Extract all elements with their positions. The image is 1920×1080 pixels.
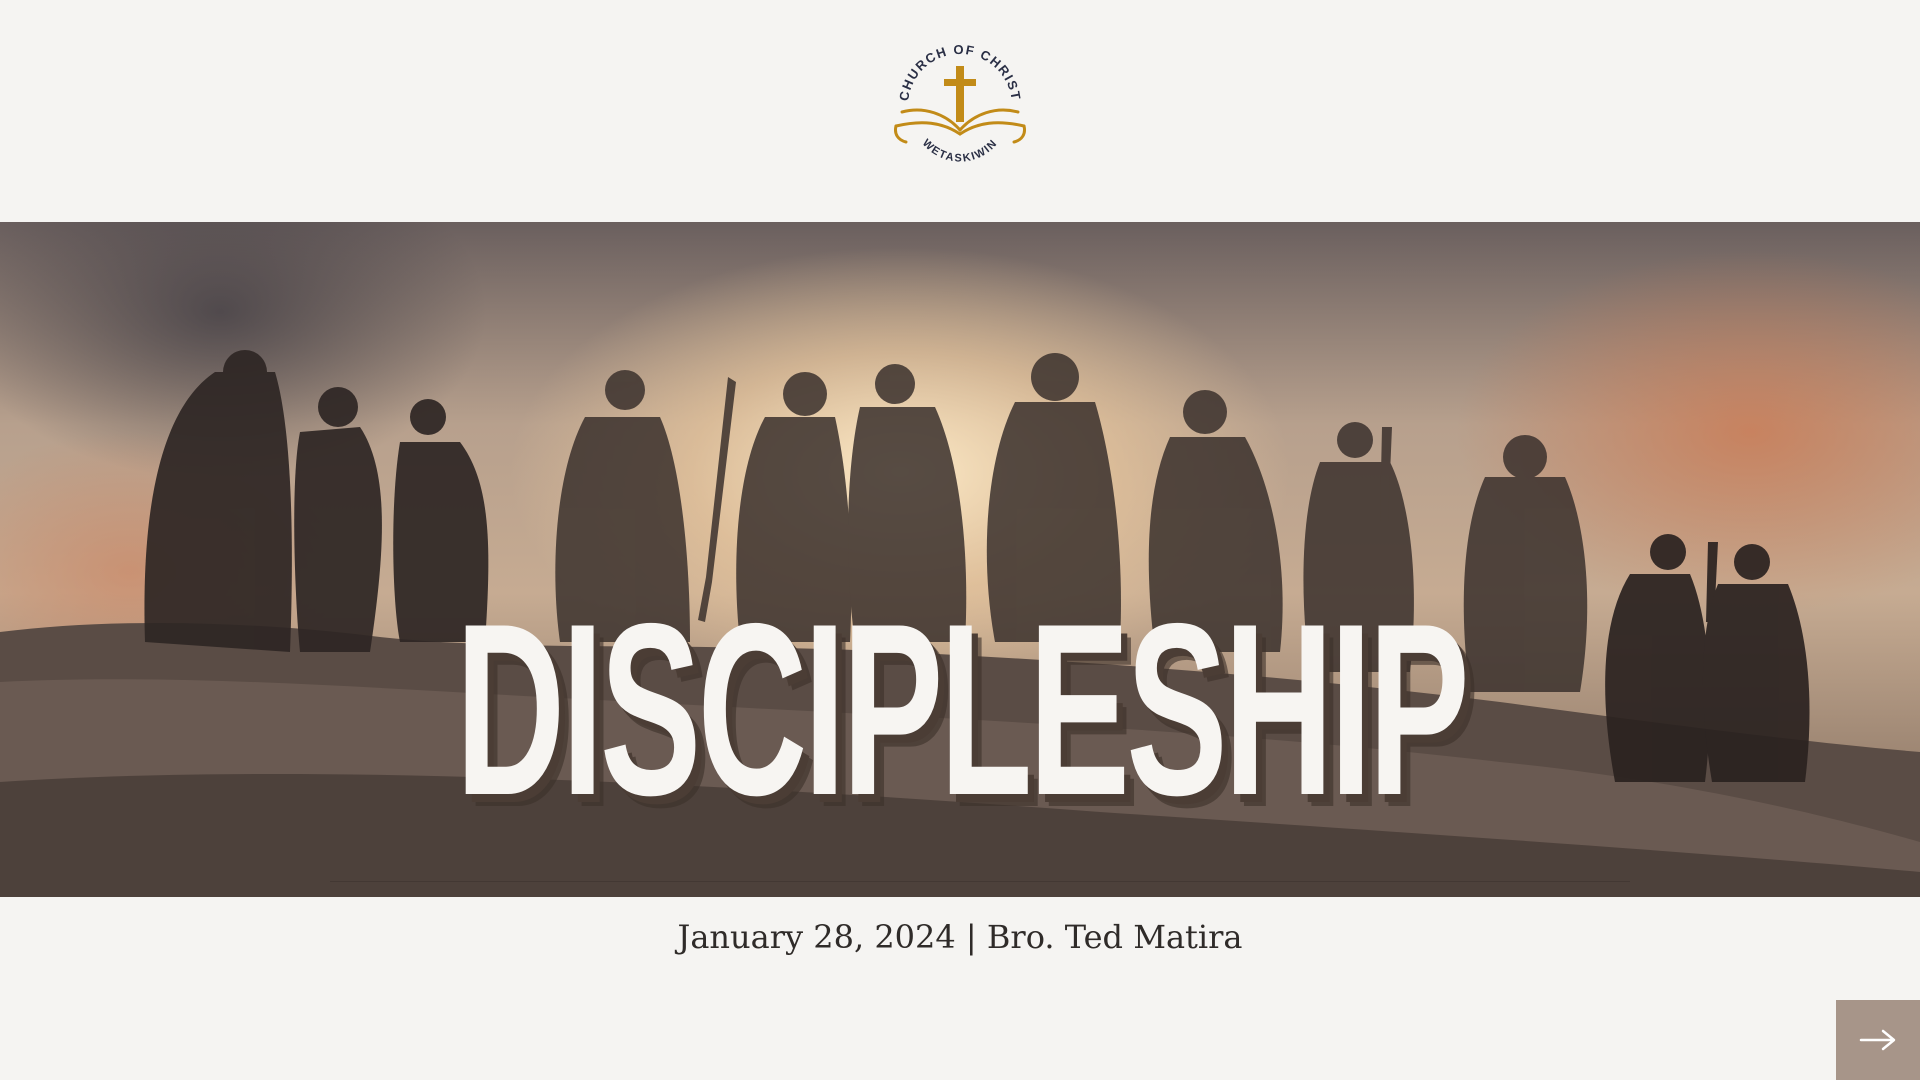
hero-divider-line	[330, 881, 1630, 882]
logo-bottom-text: WETASKIWIN	[920, 137, 999, 164]
sermon-date-speaker: January 28, 2024 | Bro. Ted Matira	[677, 918, 1243, 956]
hero-banner: DISCIPLESHIP	[0, 222, 1920, 897]
next-slide-button[interactable]	[1836, 1000, 1920, 1080]
arrow-right-icon	[1859, 1029, 1896, 1051]
cross-icon	[944, 66, 976, 122]
sermon-title: DISCIPLESHIP	[455, 572, 1470, 846]
church-logo: CHURCH OF CHRIST WETASKIWIN	[886, 42, 1034, 172]
svg-text:WETASKIWIN: WETASKIWIN	[920, 137, 1000, 164]
